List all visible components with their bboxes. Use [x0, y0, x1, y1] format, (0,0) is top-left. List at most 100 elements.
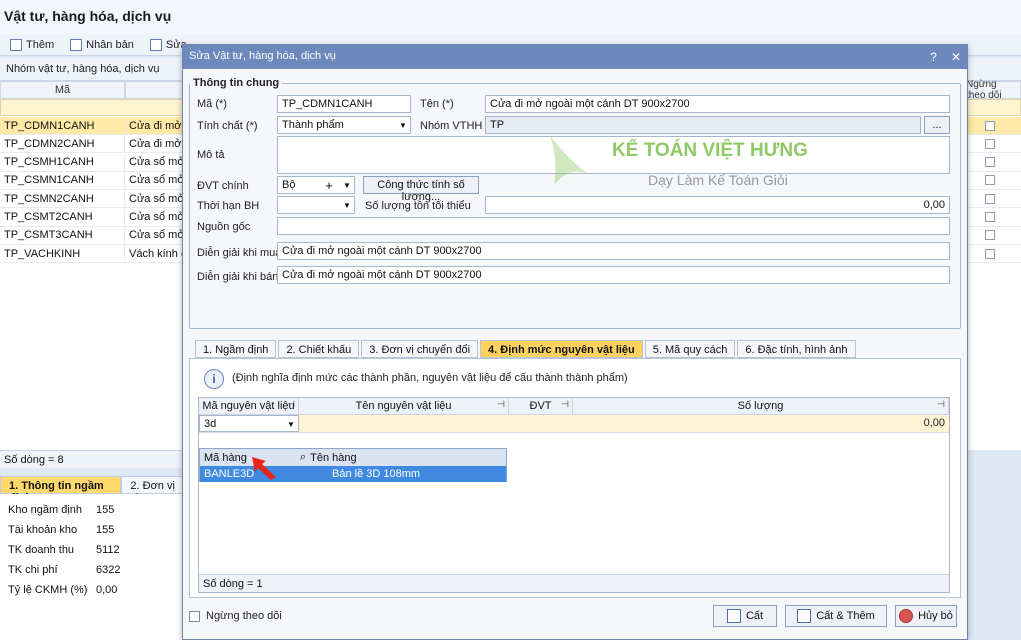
stop-follow-checkbox[interactable] [985, 248, 995, 259]
tab-units[interactable]: 2. Đơn vị ch [121, 476, 190, 504]
search-icon: ⌕ [300, 451, 307, 463]
unit-value: Bộ [282, 179, 296, 191]
bom-edit-row[interactable]: 3d ▼ 0,00 Mã hàng ⌕ Tên hàng BANLE3D Bản lề … [199, 415, 949, 482]
close-button[interactable]: ✕ [951, 50, 961, 64]
unit-select[interactable]: Bộ + ▼ [277, 176, 355, 194]
save-label: Cất [745, 610, 764, 622]
chevron-down-icon[interactable]: ▼ [340, 177, 354, 193]
save-button[interactable]: Cất [713, 605, 777, 627]
stop-follow-checkbox[interactable] [985, 120, 995, 131]
info-row: TK chi phí 6322 [0, 560, 190, 580]
chevron-down-icon[interactable]: ▼ [340, 197, 354, 213]
sell-desc-label: Diễn giải khi bán [197, 271, 279, 283]
info-row: Tài khoản kho 155 [0, 520, 190, 540]
min-stock-label: Số lượng tồn tối thiểu [365, 200, 471, 212]
tab-spec-code[interactable]: 5. Mã quy cách [644, 340, 736, 358]
tab-material-norm[interactable]: 4. Định mức nguyên vật liệu [480, 340, 643, 358]
add-label: Thêm [26, 38, 55, 51]
tab-default[interactable]: 1. Ngầm định [195, 340, 277, 358]
save-icon [726, 609, 741, 623]
name-field[interactable]: Cửa đi mở ngoài một cánh DT 900x2700 [485, 95, 950, 113]
section-title: Thông tin chung [193, 77, 280, 89]
row-count: Số dòng = 8 [0, 450, 190, 468]
copy-button[interactable]: Nhân bản [64, 38, 140, 51]
chevron-down-icon[interactable]: ▼ [396, 117, 410, 133]
stop-follow-checkbox[interactable]: Ngừng theo dõi [189, 610, 282, 622]
buy-desc-field[interactable]: Cửa đi mở ngoài một cánh DT 900x2700 [277, 242, 950, 260]
info-row: TK doanh thu 5112 [0, 540, 190, 560]
group-browse-button[interactable]: ... [924, 116, 950, 134]
edit-icon [149, 38, 162, 51]
popup-col-name: Tên hàng [310, 451, 357, 464]
quantity-value: 0,00 [923, 417, 945, 429]
info-value: 5112 [96, 544, 120, 556]
help-button[interactable]: ? [930, 50, 937, 64]
checkbox-icon[interactable] [189, 610, 200, 622]
col-material-name-label: Tên nguyên vật liệu [355, 400, 452, 412]
code-field[interactable]: TP_CDMN1CANH [277, 95, 411, 113]
edit-item-dialog: Sửa Vật tư, hàng hóa, dịch vụ ? ✕ Thông t… [182, 44, 968, 640]
col-quantity-label: Số lượng [737, 400, 784, 412]
sell-desc-field[interactable]: Cửa đi mở ngoài một cánh DT 900x2700 [277, 266, 950, 284]
stop-follow-label: Ngừng theo dõi [206, 610, 282, 622]
cancel-button[interactable]: Hủy bỏ [895, 605, 957, 627]
dialog-title: Sửa Vật tư, hàng hóa, dịch vụ [189, 50, 336, 62]
pin-icon[interactable]: ⊣ [497, 399, 505, 410]
stop-follow-checkbox[interactable] [985, 138, 995, 149]
nature-value: Thành phẩm [282, 119, 344, 131]
min-stock-field[interactable]: 0,00 [485, 196, 950, 214]
add-icon [10, 38, 22, 51]
row-code: TP_CSMT2CANH [0, 208, 125, 226]
chevron-down-icon[interactable]: ▼ [284, 416, 298, 431]
group-field[interactable]: TP [485, 116, 921, 134]
stop-follow-checkbox[interactable] [985, 193, 995, 204]
origin-label: Nguồn gốc [197, 221, 251, 233]
material-code-input[interactable]: 3d ▼ [199, 415, 299, 432]
code-label: Mã (*) [197, 98, 227, 110]
col-material-code[interactable]: Mã nguyên vật liệu ⊣ [199, 398, 299, 415]
save-add-icon [797, 609, 812, 623]
warranty-label: Thời hạn BH [197, 200, 260, 212]
col-quantity[interactable]: Số lượng ⊣ [573, 398, 949, 415]
info-label: TK chi phí [8, 564, 58, 576]
tab-default-info[interactable]: 1. Thông tin ngầm định [0, 476, 122, 504]
info-value: 0,00 [96, 584, 118, 596]
nature-select[interactable]: Thành phẩm ▼ [277, 116, 411, 134]
origin-field[interactable] [277, 217, 950, 235]
dialog-tabs: 1. Ngầm định 2. Chiết khấu 3. Đơn vị chu… [195, 340, 858, 358]
popup-option[interactable]: BANLE3D Bản lề 3D 108mm [200, 466, 506, 482]
stop-follow-checkbox[interactable] [985, 212, 995, 222]
row-code: TP_CSMN2CANH [0, 190, 125, 208]
row-code: TP_CDMN2CANH [0, 135, 125, 153]
buy-desc-label: Diễn giải khi mua [197, 247, 282, 259]
info-icon: i [204, 369, 224, 389]
tab-features-images[interactable]: 6. Đặc tính, hình ảnh [737, 340, 856, 358]
col-name-header[interactable] [125, 81, 185, 99]
add-button[interactable]: Thêm [4, 38, 60, 51]
row-code: TP_CSMH1CANH [0, 153, 125, 171]
stop-follow-checkbox[interactable] [985, 230, 995, 241]
col-material-name[interactable]: Tên nguyên vật liệu ⊣ [299, 398, 509, 415]
tab-unit-conversion[interactable]: 3. Đơn vị chuyển đổi [361, 340, 479, 358]
plus-icon[interactable]: + [322, 177, 336, 193]
col-unit[interactable]: ĐVT ⊣ [509, 398, 573, 415]
row-code: TP_CSMN1CANH [0, 171, 125, 189]
stop-follow-checkbox[interactable] [985, 175, 995, 186]
pin-icon[interactable]: ⊣ [937, 399, 945, 410]
row-code: TP_VACHKINH [0, 245, 125, 263]
col-code-header[interactable]: Mã [0, 81, 125, 99]
stop-follow-checkbox[interactable] [985, 157, 995, 168]
cancel-label: Hủy bỏ [918, 610, 953, 622]
unit-label: ĐVT chính [197, 180, 249, 192]
row-code: TP_CSMT3CANH [0, 226, 125, 244]
warranty-select[interactable]: ▼ [277, 196, 355, 214]
tab-discount[interactable]: 2. Chiết khấu [278, 340, 360, 358]
save-add-button[interactable]: Cất & Thêm [785, 605, 887, 627]
pin-icon[interactable]: ⊣ [287, 399, 295, 410]
desc-field[interactable] [277, 136, 950, 174]
popup-header: Mã hàng ⌕ Tên hàng [200, 449, 506, 466]
pin-icon[interactable]: ⊣ [561, 399, 569, 410]
quantity-formula-button[interactable]: Công thức tính số lượng... [363, 176, 479, 203]
col-stop-header[interactable]: Ngừng theo dõi [965, 79, 1021, 101]
material-norm-panel: i (Định nghĩa định mức các thành phần, n… [189, 358, 961, 598]
